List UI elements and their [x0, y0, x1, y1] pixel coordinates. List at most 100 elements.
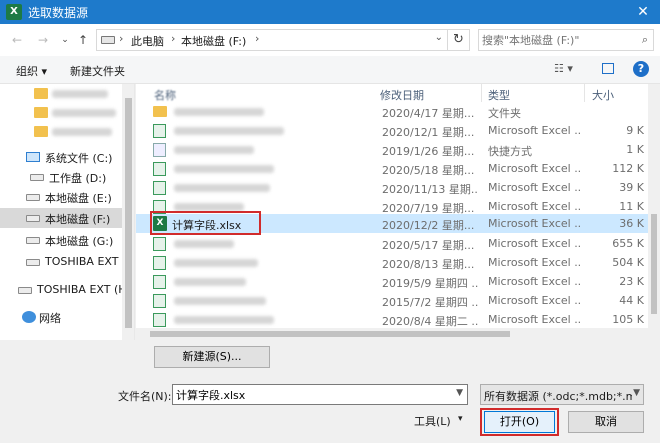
navigation-pane: 系统文件 (C:) 工作盘 (D:) 本地磁盘 (E:) 本地磁盘 (F:) 本…: [0, 84, 135, 340]
file-date: 2020/4/17 星期...: [382, 107, 475, 120]
file-list: 名称 修改日期 类型 大小 2020/4/17 星期... 文件夹 2020/1…: [136, 84, 660, 340]
file-type: Microsoft Excel ...: [488, 217, 582, 230]
chevron-down-icon[interactable]: ⌄: [435, 32, 443, 43]
sidebar-item-label: 系统文件 (C:): [45, 152, 113, 165]
file-type: Microsoft Excel ...: [488, 313, 582, 326]
back-arrow-icon[interactable]: ←: [10, 33, 24, 47]
file-date: 2020/8/13 星期...: [382, 258, 475, 271]
open-button-highlight: [480, 408, 559, 436]
search-input[interactable]: [482, 32, 632, 48]
selection-highlight: [150, 211, 261, 235]
drive-icon: [30, 174, 44, 181]
folder-icon: [34, 126, 48, 137]
title-bar: X 选取数据源 ✕: [0, 0, 660, 24]
breadcrumb-separator: ›: [119, 32, 124, 45]
view-options-icon[interactable]: ☷ ▾: [554, 63, 584, 75]
drive-icon: [101, 36, 115, 44]
breadcrumb-this-pc[interactable]: 此电脑: [131, 33, 164, 49]
file-row[interactable]: 2020/5/18 星期... Microsoft Excel ... 112 …: [136, 159, 648, 178]
blurred-filename: [174, 259, 258, 267]
file-row[interactable]: 2015/7/2 星期四 ... Microsoft Excel ... 44 …: [136, 291, 648, 310]
file-list-horizontal-scrollbar[interactable]: [136, 328, 648, 340]
file-type: Microsoft Excel ...: [488, 275, 582, 288]
sidebar-item-toshiba-2[interactable]: TOSHIBA EXT (H: [0, 280, 127, 300]
sidebar-item-drive-g[interactable]: 本地磁盘 (G:): [0, 230, 122, 250]
blurred-filename: [174, 184, 270, 192]
help-icon[interactable]: ?: [633, 61, 649, 77]
file-row[interactable]: 2020/5/17 星期... Microsoft Excel ... 655 …: [136, 234, 648, 253]
sidebar-item-toshiba-1[interactable]: TOSHIBA EXT (: [0, 252, 126, 272]
file-size: 36 K: [619, 217, 644, 230]
up-arrow-icon[interactable]: ↑: [76, 33, 90, 47]
drive-icon: [26, 215, 40, 222]
column-divider[interactable]: [584, 84, 585, 102]
file-date: 2020/12/2 星期...: [382, 219, 475, 232]
scrollbar-thumb[interactable]: [651, 214, 657, 314]
sidebar-item-drive-e[interactable]: 本地磁盘 (E:): [0, 187, 122, 207]
scrollbar-thumb[interactable]: [125, 98, 132, 328]
organize-button[interactable]: 组织 ▾: [16, 63, 47, 79]
breadcrumb-drive-f[interactable]: 本地磁盘 (F:): [181, 33, 246, 49]
file-row[interactable]: 2020/11/13 星期... Microsoft Excel ... 39 …: [136, 178, 648, 197]
external-drive-icon: [18, 287, 32, 294]
sidebar-item-label: 本地磁盘 (E:): [45, 192, 112, 205]
file-row[interactable]: 2020/8/4 星期二 ... Microsoft Excel ... 105…: [136, 310, 648, 329]
search-icon[interactable]: ⌕: [642, 33, 648, 47]
excel-file-icon: [153, 181, 166, 195]
recent-locations-icon[interactable]: ⌄: [58, 33, 72, 47]
excel-file-icon: [153, 124, 166, 138]
file-size: 655 K: [612, 237, 644, 250]
file-size: 9 K: [626, 124, 644, 137]
filename-field[interactable]: [176, 387, 446, 403]
preview-pane-icon[interactable]: [602, 63, 614, 74]
windows-drive-icon: [26, 152, 40, 162]
drive-icon: [26, 194, 40, 201]
sidebar-item-drive-d[interactable]: 工作盘 (D:): [0, 167, 122, 187]
breadcrumb-separator: ›: [255, 32, 260, 45]
sidebar-item-label: TOSHIBA EXT (: [45, 255, 127, 268]
filename-combobox[interactable]: ▼: [172, 384, 468, 405]
sidebar-scrollbar[interactable]: [122, 84, 134, 340]
blurred-filename: [174, 278, 246, 286]
file-size: 105 K: [612, 313, 644, 326]
file-date: 2020/11/13 星期...: [382, 183, 478, 196]
file-row[interactable]: 2019/1/26 星期... 快捷方式 1 K: [136, 140, 648, 159]
sidebar-item-drive-f[interactable]: 本地磁盘 (F:): [0, 208, 122, 228]
sidebar-item-network[interactable]: 网络: [0, 307, 122, 327]
close-icon[interactable]: ✕: [634, 3, 652, 21]
folder-icon: [34, 88, 48, 99]
filename-label: 文件名(N):: [118, 390, 172, 403]
chevron-down-icon[interactable]: ▼: [633, 388, 640, 398]
tools-button[interactable]: 工具(L): [414, 413, 451, 429]
file-size: 39 K: [619, 181, 644, 194]
address-bar[interactable]: › 此电脑 › 本地磁盘 (F:) › ⌄: [96, 29, 448, 51]
chevron-down-icon[interactable]: ▼: [456, 388, 463, 398]
file-row[interactable]: 2020/8/13 星期... Microsoft Excel ... 504 …: [136, 253, 648, 272]
blurred-filename: [174, 146, 254, 154]
tools-dropdown-icon[interactable]: ▾: [458, 414, 463, 424]
drive-icon: [26, 237, 40, 244]
window-title: 选取数据源: [28, 6, 89, 20]
file-type-filter-value: 所有数据源 (*.odc;*.mdb;*.mdb: [484, 390, 632, 403]
file-row[interactable]: 2020/12/1 星期... Microsoft Excel ... 9 K: [136, 121, 648, 140]
refresh-icon[interactable]: ↻: [448, 29, 470, 51]
blurred-filename: [174, 108, 264, 116]
new-source-button[interactable]: 新建源(S)...: [154, 346, 270, 368]
search-box[interactable]: ⌕: [478, 29, 654, 51]
sidebar-item-drive-c[interactable]: 系统文件 (C:): [0, 147, 122, 167]
file-row[interactable]: 2019/5/9 星期四 ... Microsoft Excel ... 23 …: [136, 272, 648, 291]
command-bar: 组织 ▾ 新建文件夹 ☷ ▾ ?: [0, 56, 660, 84]
sidebar-item-label: 本地磁盘 (F:): [45, 213, 111, 226]
excel-file-icon: [153, 313, 166, 327]
file-row[interactable]: 2020/4/17 星期... 文件夹: [136, 102, 648, 121]
cancel-button[interactable]: 取消: [568, 411, 644, 433]
file-list-vertical-scrollbar[interactable]: [648, 84, 660, 340]
scrollbar-thumb[interactable]: [150, 331, 510, 337]
new-folder-button[interactable]: 新建文件夹: [70, 63, 125, 79]
file-size: 44 K: [619, 294, 644, 307]
file-type-filter[interactable]: 所有数据源 (*.odc;*.mdb;*.mdb ▼: [480, 384, 644, 405]
file-size: 504 K: [612, 256, 644, 269]
column-divider[interactable]: [481, 84, 482, 102]
file-date: 2020/5/18 星期...: [382, 164, 475, 177]
forward-arrow-icon[interactable]: →: [36, 33, 50, 47]
